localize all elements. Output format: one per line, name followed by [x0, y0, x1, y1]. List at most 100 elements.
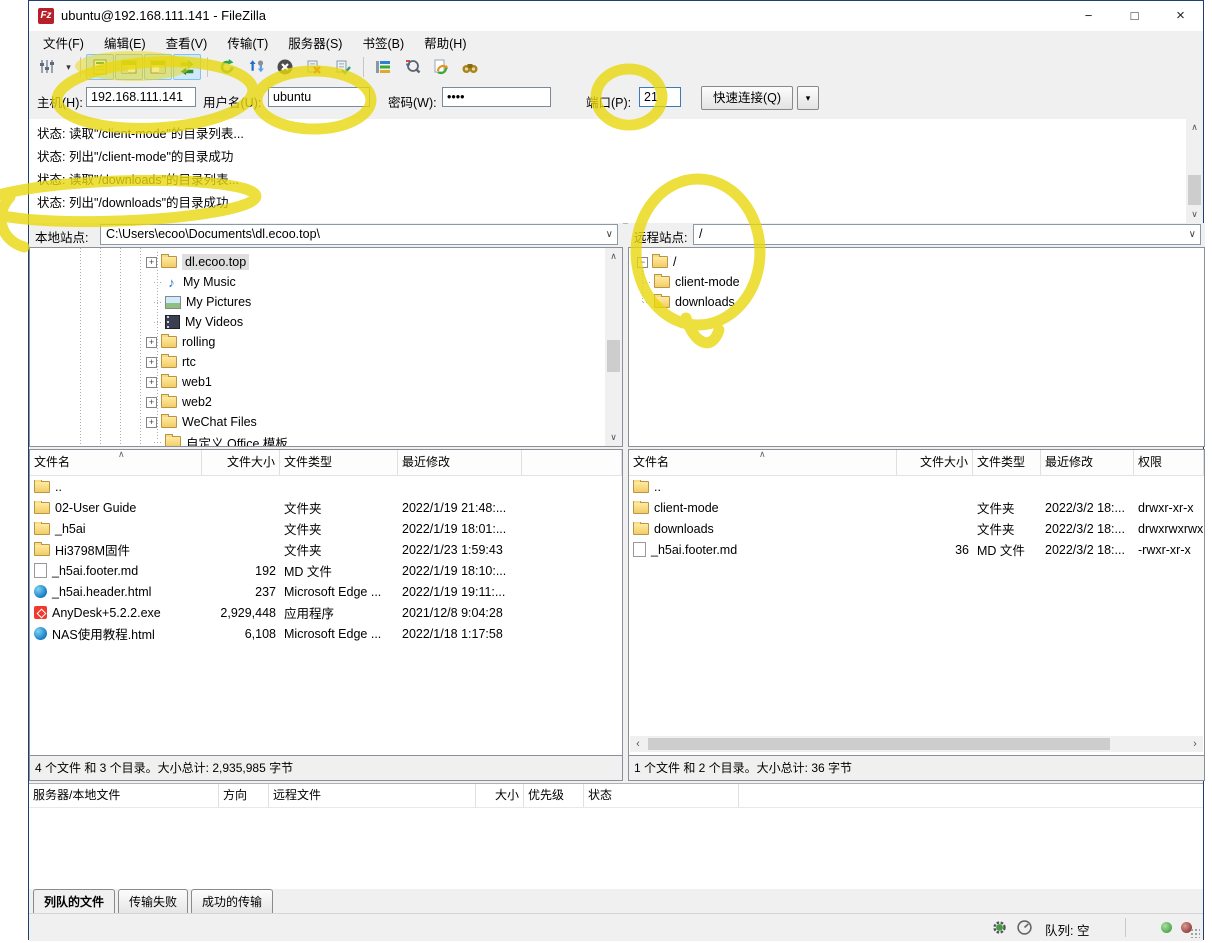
tree-item-custom-office-templates[interactable]: 自定义 Office 模板 — [30, 432, 622, 447]
disconnect-button[interactable] — [300, 54, 328, 80]
scroll-down-icon[interactable]: ∨ — [1186, 206, 1203, 223]
close-button[interactable]: × — [1158, 1, 1203, 31]
synchronized-browsing-button[interactable] — [427, 54, 455, 80]
toggle-message-log-button[interactable] — [86, 54, 114, 80]
file-row[interactable]: _h5ai.footer.md 192 MD 文件 2022/1/19 18:1… — [30, 560, 622, 581]
column-header-remote-file[interactable]: 远程文件 — [269, 784, 476, 807]
local-site-combo[interactable]: C:\Users\ecoo\Documents\dl.ecoo.top\ ∨ — [100, 224, 618, 245]
file-row[interactable]: client-mode 文件夹 2022/3/2 18:... drwxr-xr… — [629, 497, 1204, 518]
scrollbar-thumb[interactable] — [1188, 175, 1201, 205]
menu-view[interactable]: 查看(V) — [156, 31, 218, 54]
expand-icon[interactable]: + — [146, 417, 157, 428]
column-header-modified[interactable]: 最近修改 — [398, 450, 522, 475]
chevron-down-icon[interactable]: ∨ — [1189, 225, 1196, 244]
expand-icon[interactable]: + — [146, 337, 157, 348]
menu-server[interactable]: 服务器(S) — [278, 31, 352, 54]
refresh-button[interactable] — [213, 54, 241, 80]
reconnect-button[interactable] — [329, 54, 357, 80]
tree-item-rtc[interactable]: + rtc — [30, 352, 622, 372]
tree-item-client-mode[interactable]: client-mode — [629, 272, 1204, 292]
tab-failed-transfers[interactable]: 传输失败 — [118, 889, 188, 913]
toggle-local-tree-button[interactable] — [115, 54, 143, 80]
scroll-right-icon[interactable]: › — [1187, 736, 1203, 752]
file-row[interactable]: NAS使用教程.html 6,108 Microsoft Edge ... 20… — [30, 623, 622, 644]
site-manager-dropdown[interactable]: ▾ — [62, 55, 75, 79]
remote-site-combo[interactable]: / ∨ — [693, 224, 1201, 245]
column-header-filesize[interactable]: 文件大小 — [202, 450, 280, 475]
tree-item-my-pictures[interactable]: My Pictures — [30, 292, 622, 312]
local-file-list: ∧ 文件名 文件大小 文件类型 最近修改 .. 02-User Guide 文件… — [29, 449, 623, 756]
quickconnect-button[interactable]: 快速连接(Q) — [701, 86, 793, 110]
find-files-button[interactable] — [456, 54, 484, 80]
port-input[interactable] — [639, 87, 681, 107]
process-queue-button[interactable] — [242, 54, 270, 80]
maximize-button[interactable]: □ — [1112, 1, 1157, 31]
host-input[interactable] — [86, 87, 196, 107]
file-row[interactable]: downloads 文件夹 2022/3/2 18:... drwxrwxrwx — [629, 518, 1204, 539]
column-header-server-local-file[interactable]: 服务器/本地文件 — [29, 784, 219, 807]
file-row[interactable]: AnyDesk+5.2.2.exe 2,929,448 应用程序 2021/12… — [30, 602, 622, 623]
column-header-filesize[interactable]: 文件大小 — [897, 450, 973, 475]
tree-item-dl-ecoo-top[interactable]: + dl.ecoo.top — [30, 252, 622, 272]
file-row[interactable]: 02-User Guide 文件夹 2022/1/19 21:48:... — [30, 497, 622, 518]
tree-branch — [154, 322, 163, 323]
find-files-icon — [461, 58, 479, 76]
tab-successful-transfers[interactable]: 成功的传输 — [191, 889, 273, 913]
menu-bookmarks[interactable]: 书签(B) — [352, 31, 414, 54]
auto-transfer-gear-icon[interactable] — [991, 919, 1008, 941]
scrollbar-thumb[interactable] — [648, 738, 1110, 750]
log-scrollbar[interactable]: ∧ ∨ — [1186, 119, 1203, 223]
speed-limit-gauge-icon[interactable] — [1016, 919, 1033, 941]
column-header-direction[interactable]: 方向 — [219, 784, 269, 807]
tree-item-wechat-files[interactable]: + WeChat Files — [30, 412, 622, 432]
collapse-icon[interactable]: − — [637, 257, 648, 268]
file-row[interactable]: _h5ai 文件夹 2022/1/19 18:01:... — [30, 518, 622, 539]
username-input[interactable] — [268, 87, 370, 107]
column-header-filetype[interactable]: 文件类型 — [280, 450, 398, 475]
toggle-remote-tree-button[interactable] — [144, 54, 172, 80]
tree-item-rolling[interactable]: + rolling — [30, 332, 622, 352]
column-header-permissions[interactable]: 权限 — [1134, 450, 1204, 475]
filter-button[interactable] — [369, 54, 397, 80]
file-row[interactable]: _h5ai.footer.md 36 MD 文件 2022/3/2 18:...… — [629, 539, 1204, 560]
column-header-status[interactable]: 状态 — [584, 784, 739, 807]
tab-queued-files[interactable]: 列队的文件 — [33, 889, 115, 913]
column-header-filename[interactable]: 文件名 — [30, 450, 202, 475]
column-header-size[interactable]: 大小 — [476, 784, 524, 807]
scroll-up-icon[interactable]: ∧ — [1186, 119, 1203, 136]
tree-item-my-videos[interactable]: My Videos — [30, 312, 622, 332]
column-header-priority[interactable]: 优先级 — [524, 784, 584, 807]
site-manager-button[interactable] — [33, 54, 61, 80]
file-row-parent[interactable]: .. — [30, 476, 622, 497]
expand-icon[interactable]: + — [146, 377, 157, 388]
expand-icon[interactable]: + — [146, 357, 157, 368]
column-header-filetype[interactable]: 文件类型 — [973, 450, 1041, 475]
tree-item-web1[interactable]: + web1 — [30, 372, 622, 392]
scroll-left-icon[interactable]: ‹ — [630, 736, 646, 752]
tree-item-my-music[interactable]: ♪ My Music — [30, 272, 622, 292]
edge-browser-icon — [34, 585, 47, 598]
expand-icon[interactable]: + — [146, 257, 157, 268]
remote-list-hscrollbar[interactable]: ‹ › — [630, 736, 1203, 752]
expand-icon[interactable]: + — [146, 397, 157, 408]
menu-help[interactable]: 帮助(H) — [414, 31, 476, 54]
menu-edit[interactable]: 编辑(E) — [94, 31, 156, 54]
cancel-button[interactable] — [271, 54, 299, 80]
compare-button[interactable] — [398, 54, 426, 80]
file-row-parent[interactable]: .. — [629, 476, 1204, 497]
file-row[interactable]: _h5ai.header.html 237 Microsoft Edge ...… — [30, 581, 622, 602]
minimize-button[interactable]: − — [1066, 1, 1111, 31]
resize-grip[interactable] — [1190, 928, 1200, 938]
tree-item-downloads[interactable]: downloads — [629, 292, 1204, 312]
column-header-modified[interactable]: 最近修改 — [1041, 450, 1134, 475]
chevron-down-icon[interactable]: ∨ — [606, 225, 613, 244]
menu-transfer[interactable]: 传输(T) — [217, 31, 278, 54]
password-input[interactable] — [442, 87, 551, 107]
host-label: 主机(H): — [37, 92, 83, 111]
toggle-transfer-queue-button[interactable] — [173, 54, 201, 80]
menu-file[interactable]: 文件(F) — [33, 31, 94, 54]
quickconnect-dropdown[interactable]: ▾ — [797, 86, 819, 110]
file-row[interactable]: Hi3798M固件 文件夹 2022/1/23 1:59:43 — [30, 539, 622, 560]
tree-item-web2[interactable]: + web2 — [30, 392, 622, 412]
tree-item-root[interactable]: − / — [629, 252, 1204, 272]
